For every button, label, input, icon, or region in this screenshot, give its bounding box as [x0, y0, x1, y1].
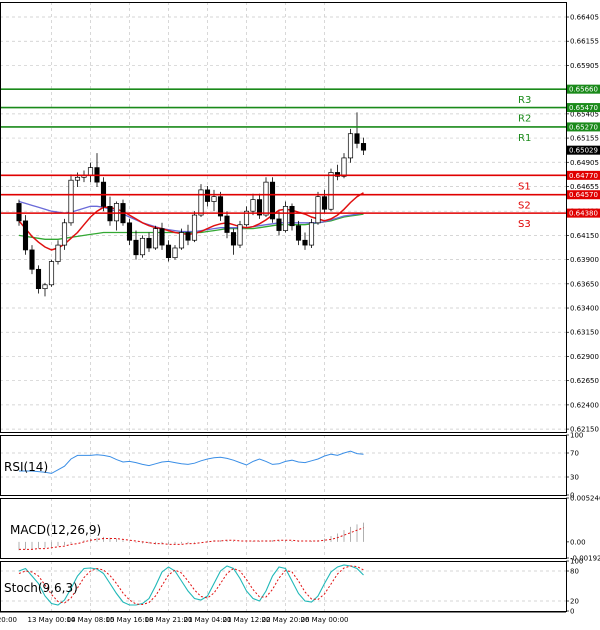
- candle-body: [224, 215, 230, 233]
- candle-body: [172, 247, 178, 259]
- candle-body: [263, 181, 269, 216]
- candle-body: [308, 222, 315, 246]
- candle-body: [315, 196, 321, 224]
- level-label-s3: S3: [518, 219, 531, 230]
- stoch-label: Stoch(9,6,3): [4, 581, 78, 595]
- candle-body: [198, 189, 204, 216]
- y-tick-label-macd: 0.005246: [570, 495, 600, 503]
- y-tick-label: 0.66155: [570, 38, 599, 46]
- y-tick-label-stoch: 20: [570, 598, 579, 606]
- y-tick-label: 0.66405: [570, 14, 599, 22]
- y-tick-label-macd: 0.00: [570, 538, 586, 546]
- candle-body: [360, 143, 367, 151]
- candle-body: [276, 218, 282, 231]
- level-label-s2: S2: [518, 201, 531, 212]
- candle-body: [42, 284, 48, 290]
- candle-body: [55, 244, 61, 262]
- candle-body: [282, 205, 289, 231]
- rsi-panel: [0, 450, 566, 478]
- y-tick-label-stoch: 80: [570, 568, 579, 576]
- grid-lines: [0, 2, 566, 611]
- y-tick-label: 0.62900: [570, 353, 599, 361]
- candle-body: [328, 172, 334, 210]
- candle-body: [237, 224, 243, 246]
- panel-frame-stoch: [0, 561, 567, 612]
- candle-body: [22, 220, 29, 251]
- level-price-text: 0.65270: [569, 123, 598, 131]
- level-price-text: 0.64770: [569, 172, 598, 180]
- level-price-text: 0.65660: [569, 86, 598, 94]
- candle-body: [191, 214, 198, 241]
- candle-body: [159, 228, 165, 246]
- candle-body: [178, 232, 185, 249]
- y-tick-label: 0.63900: [570, 256, 599, 264]
- y-tick-label-rsi: 30: [570, 474, 579, 482]
- y-tick-label: 0.65905: [570, 62, 599, 70]
- panel-frame-rsi: [0, 435, 567, 496]
- y-tick-label: 0.65155: [570, 135, 599, 143]
- candle-body: [250, 199, 256, 212]
- candle-body: [61, 222, 68, 246]
- candle-body: [321, 196, 328, 210]
- candle-body: [295, 225, 302, 241]
- level-price-text: 0.64570: [569, 191, 598, 199]
- candle-body: [302, 239, 308, 246]
- y-tick-label-rsi: 70: [570, 450, 579, 458]
- level-price-text: 0.65470: [569, 104, 598, 112]
- level-price-text: 0.64380: [569, 210, 598, 218]
- rsi-label: RSI(14): [4, 460, 48, 474]
- level-label-s1: S1: [518, 181, 531, 192]
- candle-body: [152, 228, 159, 249]
- y-tick-label-stoch: 0: [570, 608, 574, 616]
- candle-body: [29, 249, 35, 270]
- y-tick-label: 0.63400: [570, 305, 599, 313]
- current-price-text: 0.65029: [569, 147, 598, 155]
- candle-body: [230, 232, 237, 246]
- candle-body: [133, 239, 139, 256]
- y-tick-label: 0.64655: [570, 183, 599, 191]
- candle-body: [185, 232, 191, 241]
- candle-body: [16, 203, 22, 222]
- chart-svg: R3R2R1S1S2S3 12 May 20:0013 May 00:0014 …: [0, 2, 600, 624]
- candle-body: [35, 268, 42, 290]
- y-tick-label-rsi: 100: [570, 432, 583, 440]
- candle-body: [146, 237, 152, 249]
- macd-label: MACD(12,26,9): [10, 523, 101, 537]
- candle-body: [113, 203, 120, 222]
- candle-body: [126, 222, 133, 241]
- candle-body: [165, 244, 172, 259]
- rsi-line: [19, 450, 364, 474]
- x-tick-label: 26 May 00:00: [300, 616, 348, 624]
- candle-body: [347, 133, 354, 159]
- x-tick-label: 12 May 20:00: [0, 616, 17, 624]
- y-tick-label: 0.63650: [570, 280, 599, 288]
- candle-body: [354, 133, 360, 144]
- candle-body: [68, 179, 74, 224]
- y-tick-label-stoch: 100: [570, 558, 583, 566]
- y-tick-label: 0.63150: [570, 329, 599, 337]
- y-tick-label: 0.62650: [570, 377, 599, 385]
- candle-body: [74, 176, 81, 181]
- stoch-panel: [0, 564, 566, 606]
- level-label-r1: R1: [518, 133, 531, 144]
- y-tick-label: 0.64905: [570, 159, 599, 167]
- y-tick-label: 0.64150: [570, 232, 599, 240]
- candle-body: [139, 237, 146, 256]
- level-label-r3: R3: [518, 95, 531, 106]
- y-tick-label: 0.62400: [570, 401, 599, 409]
- candle-body: [341, 157, 347, 177]
- main-price-panel: R3 R2 R1 S1 S2 S3: [0, 88, 566, 297]
- level-label-r2: R2: [518, 114, 531, 125]
- candle-body: [289, 205, 295, 227]
- candle-body: [87, 167, 94, 176]
- candle-body: [204, 189, 211, 202]
- candle-body: [48, 261, 55, 286]
- candle-body: [211, 196, 217, 202]
